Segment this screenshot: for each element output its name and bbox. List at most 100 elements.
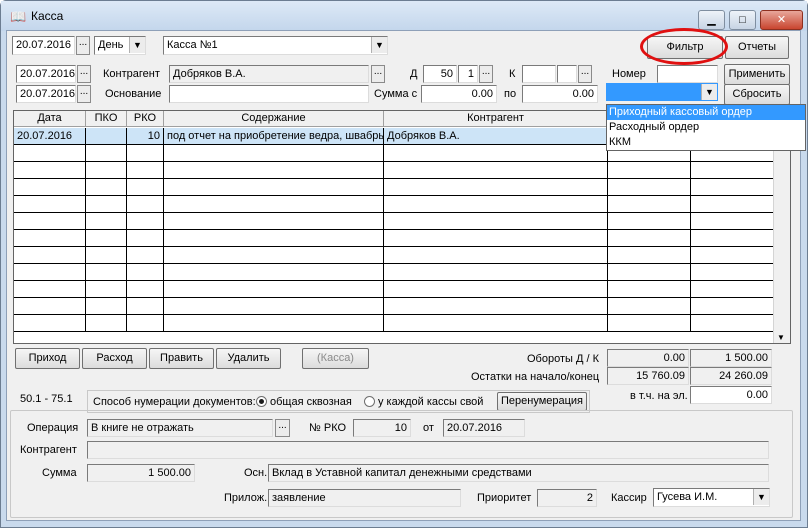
empty-cell[interactable] (384, 145, 608, 162)
scroll-down-icon[interactable]: ▼ (777, 333, 785, 342)
col-header-content[interactable]: Содержание (164, 111, 384, 127)
date-to-picker-button[interactable]: ... (77, 85, 91, 103)
empty-cell[interactable] (14, 281, 86, 298)
empty-cell[interactable] (86, 264, 127, 281)
renumber-button[interactable]: Перенумерация (497, 392, 587, 411)
empty-cell[interactable] (691, 247, 774, 264)
empty-cell[interactable] (608, 162, 691, 179)
empty-cell[interactable] (384, 162, 608, 179)
maximize-button[interactable]: □ (729, 10, 756, 30)
empty-cell[interactable] (608, 213, 691, 230)
empty-cell[interactable] (86, 179, 127, 196)
number-field[interactable] (657, 65, 718, 83)
empty-cell[interactable] (14, 230, 86, 247)
empty-cell[interactable] (384, 264, 608, 281)
debit-sub-field[interactable]: 1 (458, 65, 478, 83)
incl-field[interactable]: 0.00 (690, 386, 772, 404)
option-kkm[interactable]: ККМ (607, 135, 805, 150)
empty-cell[interactable] (86, 162, 127, 179)
empty-cell[interactable] (14, 247, 86, 264)
empty-cell[interactable] (127, 315, 164, 332)
credit-sub-field[interactable] (557, 65, 577, 83)
col-header-pko[interactable]: ПКО (86, 111, 127, 127)
empty-cell[interactable] (127, 179, 164, 196)
cashbox-button[interactable]: (Касса) (302, 348, 369, 369)
radio-each-dot[interactable] (364, 396, 375, 407)
cell-pko[interactable] (86, 128, 127, 145)
contragent-detail-field[interactable] (87, 441, 769, 459)
empty-cell[interactable] (164, 196, 384, 213)
cell-contragent[interactable]: Добряков В.А. (384, 128, 608, 145)
empty-cell[interactable] (164, 298, 384, 315)
incoming-button[interactable]: Приход (15, 348, 80, 369)
empty-cell[interactable] (691, 298, 774, 315)
empty-cell[interactable] (608, 247, 691, 264)
empty-cell[interactable] (127, 230, 164, 247)
date-from-picker-button[interactable]: ... (77, 65, 91, 83)
radio-common[interactable]: общая сквозная (256, 396, 352, 408)
empty-cell[interactable] (14, 145, 86, 162)
radio-common-dot[interactable] (256, 396, 267, 407)
empty-cell[interactable] (384, 315, 608, 332)
chevron-down-icon[interactable]: ▼ (371, 37, 387, 53)
col-header-rko[interactable]: РКО (127, 111, 164, 127)
col-header-contragent[interactable]: Контрагент (384, 111, 608, 127)
rko-number-field[interactable]: 10 (353, 419, 411, 437)
attach-field[interactable]: заявление (268, 489, 461, 507)
option-outgoing-order[interactable]: Расходный ордер (607, 120, 805, 135)
empty-cell[interactable] (608, 281, 691, 298)
empty-cell[interactable] (127, 162, 164, 179)
operation-picker-button[interactable]: ... (275, 419, 290, 437)
empty-cell[interactable] (691, 264, 774, 281)
empty-cell[interactable] (86, 298, 127, 315)
reset-button[interactable]: Сбросить (724, 84, 790, 105)
radio-each[interactable]: у каждой кассы свой (364, 396, 483, 408)
empty-cell[interactable] (384, 213, 608, 230)
reports-button[interactable]: Отчеты (725, 36, 789, 59)
priority-field[interactable]: 2 (537, 489, 597, 507)
cell-rko[interactable]: 10 (127, 128, 164, 145)
contragent-picker-button[interactable]: ... (371, 65, 385, 83)
empty-cell[interactable] (691, 230, 774, 247)
empty-cell[interactable] (608, 196, 691, 213)
empty-cell[interactable] (127, 196, 164, 213)
sum-from-field[interactable]: 0.00 (421, 85, 497, 103)
empty-cell[interactable] (384, 247, 608, 264)
cell-content[interactable]: под отчет на приобретение ведра, швабры (164, 128, 384, 145)
cell-date[interactable]: 20.07.2016 (14, 128, 86, 145)
empty-cell[interactable] (127, 298, 164, 315)
empty-cell[interactable] (127, 145, 164, 162)
empty-cell[interactable] (14, 298, 86, 315)
empty-cell[interactable] (384, 179, 608, 196)
credit-account-field[interactable] (522, 65, 556, 83)
empty-cell[interactable] (691, 162, 774, 179)
option-incoming-order[interactable]: Приходный кассовый ордер (607, 105, 805, 120)
empty-cell[interactable] (164, 281, 384, 298)
minimize-button[interactable]: ▁ (698, 10, 725, 30)
empty-cell[interactable] (384, 196, 608, 213)
empty-cell[interactable] (164, 162, 384, 179)
col-header-date[interactable]: Дата (14, 111, 86, 127)
basis-field[interactable] (169, 85, 369, 103)
debit-picker-button[interactable]: ... (479, 65, 493, 83)
empty-cell[interactable] (164, 315, 384, 332)
cashier-select[interactable]: Гусева И.М. ▼ (653, 488, 770, 507)
empty-cell[interactable] (164, 264, 384, 281)
delete-button[interactable]: Удалить (216, 348, 281, 369)
empty-cell[interactable] (127, 281, 164, 298)
empty-cell[interactable] (384, 281, 608, 298)
empty-cell[interactable] (608, 298, 691, 315)
empty-cell[interactable] (127, 264, 164, 281)
date-to-field[interactable]: 20.07.2016 (16, 85, 76, 103)
empty-cell[interactable] (14, 315, 86, 332)
empty-cell[interactable] (384, 230, 608, 247)
empty-cell[interactable] (86, 196, 127, 213)
empty-cell[interactable] (691, 196, 774, 213)
sum-field[interactable]: 1 500.00 (87, 464, 195, 482)
contragent-field[interactable]: Добряков В.А. (169, 65, 369, 83)
close-button[interactable]: ✕ (760, 10, 803, 30)
apply-button[interactable]: Применить (724, 64, 790, 85)
empty-cell[interactable] (608, 230, 691, 247)
empty-cell[interactable] (127, 213, 164, 230)
empty-cell[interactable] (164, 145, 384, 162)
